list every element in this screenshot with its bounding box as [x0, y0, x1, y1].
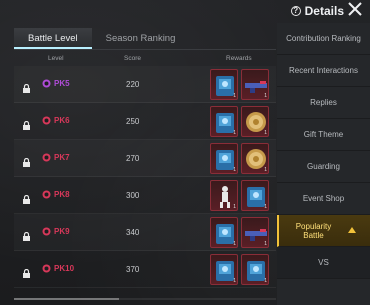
- reward-item[interactable]: 1: [241, 217, 269, 248]
- sidebar-item-label: Guarding: [307, 162, 340, 171]
- reward-item[interactable]: 1: [210, 254, 238, 285]
- reward-item[interactable]: 1: [210, 69, 238, 100]
- table-row: PK9 340 1 1: [14, 214, 276, 251]
- level-label: PK7: [54, 153, 70, 162]
- level-label: PK8: [54, 190, 70, 199]
- sidebar-item-label: Contribution Ranking: [286, 34, 361, 43]
- sidebar-item-label: Popularity Battle: [295, 221, 332, 240]
- table-row: PK8 300 1 1: [14, 177, 276, 214]
- sidebar-item-vs[interactable]: VS: [277, 247, 370, 279]
- details-button[interactable]: ? Details: [290, 2, 344, 20]
- score-value: 300: [126, 191, 140, 200]
- close-icon[interactable]: [347, 1, 363, 17]
- reward-item[interactable]: 1: [241, 254, 269, 285]
- reward-quantity: 1: [233, 130, 236, 136]
- column-headers: Level Score Rewards: [14, 52, 276, 66]
- reward-item[interactable]: 1: [241, 180, 269, 211]
- right-sidebar: Contribution Ranking Recent Interactions…: [277, 23, 370, 305]
- reward-quantity: 1: [233, 241, 236, 247]
- pk-emblem-icon: [42, 227, 51, 236]
- pk-emblem-icon: [42, 264, 51, 273]
- score-value: 370: [126, 265, 140, 274]
- lock-icon: [22, 80, 31, 93]
- sidebar-item-guarding[interactable]: Guarding: [277, 151, 370, 183]
- help-icon: ?: [290, 6, 301, 16]
- reward-item[interactable]: 1: [241, 106, 269, 137]
- score-value: 340: [126, 228, 140, 237]
- level-badge: PK5: [42, 79, 70, 88]
- rewards-group: 11: [210, 217, 269, 248]
- reward-quantity: 1: [233, 167, 236, 173]
- reward-item[interactable]: 1: [210, 217, 238, 248]
- level-label: PK5: [54, 79, 70, 88]
- sidebar-item-popularity-battle[interactable]: Popularity Battle: [277, 215, 370, 247]
- battle-level-list: PK5 220 1 1 PK6 250 1 1 PK7 270 1 1 PK8 300 1 1 PK9 3…: [14, 66, 276, 288]
- column-score: Score: [124, 55, 141, 62]
- sidebar-item-label: VS: [318, 258, 329, 267]
- lock-icon: [22, 117, 31, 130]
- table-row: PK5 220 1 1: [14, 66, 276, 103]
- sidebar-item-label: Recent Interactions: [289, 66, 358, 75]
- reward-quantity: 1: [264, 278, 267, 284]
- pk-emblem-icon: [42, 116, 51, 125]
- sidebar-item-replies[interactable]: Replies: [277, 87, 370, 119]
- level-label: PK10: [54, 264, 75, 273]
- level-label: PK9: [54, 227, 70, 236]
- chevron-up-icon: [348, 227, 356, 233]
- level-badge: PK10: [42, 264, 74, 273]
- reward-quantity: 1: [233, 204, 236, 210]
- reward-item[interactable]: 1: [210, 143, 238, 174]
- sidebar-item-label: Gift Theme: [303, 130, 344, 139]
- reward-item[interactable]: 1: [210, 180, 238, 211]
- lock-icon: [22, 154, 31, 167]
- level-badge: PK9: [42, 227, 70, 236]
- table-row: PK10 370 1 1: [14, 251, 276, 288]
- rewards-group: 11: [210, 143, 269, 174]
- lock-icon: [22, 265, 31, 278]
- top-bar: ? Details: [0, 0, 370, 22]
- tab-season-ranking[interactable]: Season Ranking: [92, 28, 190, 49]
- reward-quantity: 1: [264, 167, 267, 173]
- sidebar-item-event-shop[interactable]: Event Shop: [277, 183, 370, 215]
- column-level: Level: [48, 55, 64, 62]
- score-value: 270: [126, 154, 140, 163]
- reward-quantity: 1: [264, 93, 267, 99]
- sidebar-item-label: Replies: [310, 98, 337, 107]
- rewards-group: 11: [210, 106, 269, 137]
- reward-item[interactable]: 1: [210, 106, 238, 137]
- lock-icon: [22, 228, 31, 241]
- rewards-group: 11: [210, 69, 269, 100]
- reward-quantity: 1: [233, 93, 236, 99]
- sidebar-item-contribution-ranking[interactable]: Contribution Ranking: [277, 23, 370, 55]
- level-badge: PK7: [42, 153, 70, 162]
- pk-emblem-icon: [42, 79, 51, 88]
- tab-bar: Battle Level Season Ranking: [14, 28, 276, 50]
- sidebar-item-recent-interactions[interactable]: Recent Interactions: [277, 55, 370, 87]
- tab-battle-level[interactable]: Battle Level: [14, 28, 92, 49]
- sidebar-item-gift-theme[interactable]: Gift Theme: [277, 119, 370, 151]
- sidebar-item-label: Event Shop: [302, 194, 345, 203]
- reward-quantity: 1: [264, 204, 267, 210]
- level-label: PK6: [54, 116, 70, 125]
- reward-item[interactable]: 1: [241, 143, 269, 174]
- pk-emblem-icon: [42, 153, 51, 162]
- horizontal-scrollbar[interactable]: [14, 298, 276, 300]
- level-badge: PK6: [42, 116, 70, 125]
- reward-item[interactable]: 1: [241, 69, 269, 100]
- rewards-group: 11: [210, 254, 269, 285]
- table-row: PK7 270 1 1: [14, 140, 276, 177]
- level-badge: PK8: [42, 190, 70, 199]
- reward-quantity: 1: [264, 241, 267, 247]
- rewards-group: 11: [210, 180, 269, 211]
- column-rewards: Rewards: [226, 55, 252, 62]
- reward-quantity: 1: [233, 278, 236, 284]
- score-value: 250: [126, 117, 140, 126]
- details-label: Details: [304, 4, 344, 18]
- score-value: 220: [126, 80, 140, 89]
- lock-icon: [22, 191, 31, 204]
- reward-quantity: 1: [264, 130, 267, 136]
- table-row: PK6 250 1 1: [14, 103, 276, 140]
- scrollbar-thumb[interactable]: [14, 298, 119, 300]
- pk-emblem-icon: [42, 190, 51, 199]
